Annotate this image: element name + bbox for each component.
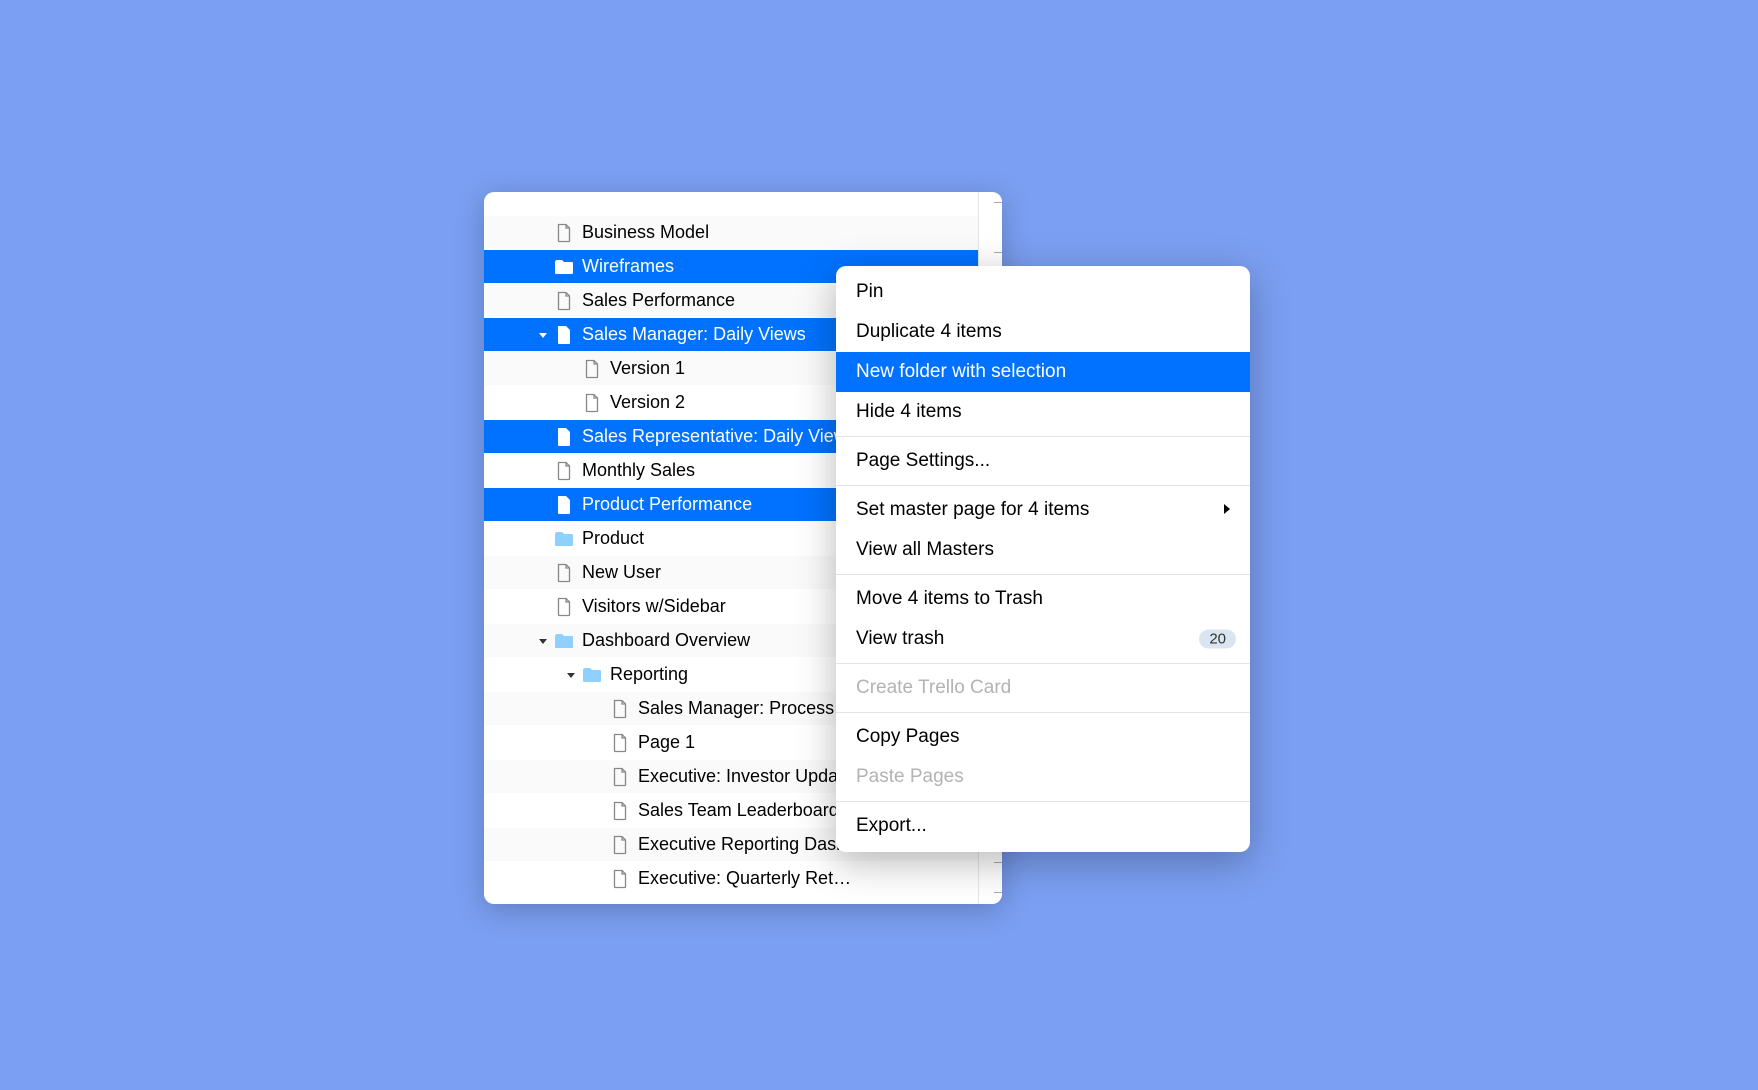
page-icon (610, 699, 630, 719)
menu-item[interactable]: Duplicate 4 items (836, 312, 1250, 352)
menu-separator (836, 663, 1250, 664)
menu-badge: 20 (1199, 630, 1236, 649)
menu-item[interactable]: Pin (836, 272, 1250, 312)
menu-item-label: Page Settings... (856, 450, 990, 472)
tree-row-label: Sales Manager: Process (638, 698, 834, 719)
disclosure-triangle-icon (536, 294, 550, 308)
menu-item-label: New folder with selection (856, 361, 1066, 383)
menu-item[interactable]: Move 4 items to Trash (836, 579, 1250, 619)
menu-item[interactable]: Hide 4 items (836, 392, 1250, 432)
page-icon (554, 325, 574, 345)
tree-row-label: Product (582, 528, 644, 549)
menu-item: Create Trello Card (836, 668, 1250, 708)
tree-row-label: Sales Manager: Daily Views (582, 324, 806, 345)
page-icon (610, 835, 630, 855)
tree-row-label: Sales Team Leaderboard (638, 800, 839, 821)
page-icon (610, 869, 630, 889)
tree-row-label: Executive: Investor Update (638, 766, 853, 787)
menu-item[interactable]: New folder with selection (836, 352, 1250, 392)
page-icon (582, 393, 602, 413)
folder-icon (554, 631, 574, 651)
menu-item-label: Move 4 items to Trash (856, 588, 1043, 610)
disclosure-triangle-icon (564, 362, 578, 376)
page-icon (554, 291, 574, 311)
tree-row-label: Business Model (582, 222, 709, 243)
menu-item-label: View trash (856, 628, 944, 650)
menu-item-label: Set master page for 4 items (856, 499, 1089, 521)
menu-item[interactable]: Set master page for 4 items (836, 490, 1250, 530)
disclosure-triangle-icon (536, 430, 550, 444)
tree-row-label: Sales Representative: Daily Views (582, 426, 856, 447)
tree-row[interactable]: Executive: Quarterly Ret… (484, 862, 978, 896)
menu-item: Paste Pages (836, 757, 1250, 797)
page-icon (554, 597, 574, 617)
page-icon (554, 563, 574, 583)
tree-row-label: Executive: Quarterly Ret… (638, 868, 851, 889)
tree-row-label: Version 1 (610, 358, 685, 379)
disclosure-triangle-icon (564, 396, 578, 410)
disclosure-triangle-icon (536, 464, 550, 478)
disclosure-triangle-icon[interactable] (536, 634, 550, 648)
menu-separator (836, 712, 1250, 713)
folder-icon (554, 529, 574, 549)
page-icon (582, 359, 602, 379)
tree-row-label: New User (582, 562, 661, 583)
folder-icon (582, 665, 602, 685)
disclosure-triangle-icon (592, 804, 606, 818)
disclosure-triangle-icon (536, 226, 550, 240)
folder-icon (554, 257, 574, 277)
menu-separator (836, 801, 1250, 802)
menu-item[interactable]: Export... (836, 806, 1250, 846)
menu-item-label: View all Masters (856, 539, 994, 561)
page-icon (554, 427, 574, 447)
page-icon (610, 733, 630, 753)
menu-item-label: Pin (856, 281, 883, 303)
disclosure-triangle-icon (592, 736, 606, 750)
disclosure-triangle-icon (592, 770, 606, 784)
page-icon (554, 223, 574, 243)
tree-row-label: Visitors w/Sidebar (582, 596, 726, 617)
menu-item-label: Paste Pages (856, 766, 964, 788)
tree-row-label: Dashboard Overview (582, 630, 750, 651)
menu-item-label: Duplicate 4 items (856, 321, 1002, 343)
menu-item-label: Copy Pages (856, 726, 960, 748)
tree-row-label: Wireframes (582, 256, 674, 277)
tree-row-label: Reporting (610, 664, 688, 685)
menu-item-label: Hide 4 items (856, 401, 962, 423)
disclosure-triangle-icon[interactable] (536, 328, 550, 342)
disclosure-triangle-icon (592, 702, 606, 716)
menu-item[interactable]: View trash 20 (836, 619, 1250, 659)
menu-item-label: Create Trello Card (856, 677, 1011, 699)
disclosure-triangle-icon (592, 838, 606, 852)
submenu-arrow-icon (1222, 499, 1232, 521)
disclosure-triangle-icon (536, 260, 550, 274)
tree-row-label: Product Performance (582, 494, 752, 515)
disclosure-triangle-icon (592, 872, 606, 886)
disclosure-triangle-icon (536, 532, 550, 546)
disclosure-triangle-icon (536, 566, 550, 580)
page-icon (610, 801, 630, 821)
disclosure-triangle-icon (536, 498, 550, 512)
menu-item[interactable]: View all Masters (836, 530, 1250, 570)
canvas: Business Model Wireframes Sales Performanc… (176, 110, 1582, 980)
disclosure-triangle-icon (536, 600, 550, 614)
tree-row-label: Monthly Sales (582, 460, 695, 481)
page-icon (610, 767, 630, 787)
tree-row[interactable]: Business Model (484, 216, 978, 250)
page-icon (554, 461, 574, 481)
context-menu[interactable]: Pin Duplicate 4 items New folder with sele… (836, 266, 1250, 852)
menu-item-label: Export... (856, 815, 927, 837)
disclosure-triangle-icon[interactable] (564, 668, 578, 682)
menu-separator (836, 574, 1250, 575)
tree-row-label: Version 2 (610, 392, 685, 413)
menu-item[interactable]: Page Settings... (836, 441, 1250, 481)
page-icon (554, 495, 574, 515)
menu-separator (836, 485, 1250, 486)
menu-item[interactable]: Copy Pages (836, 717, 1250, 757)
tree-row-label: Page 1 (638, 732, 695, 753)
menu-separator (836, 436, 1250, 437)
tree-row-label: Sales Performance (582, 290, 735, 311)
